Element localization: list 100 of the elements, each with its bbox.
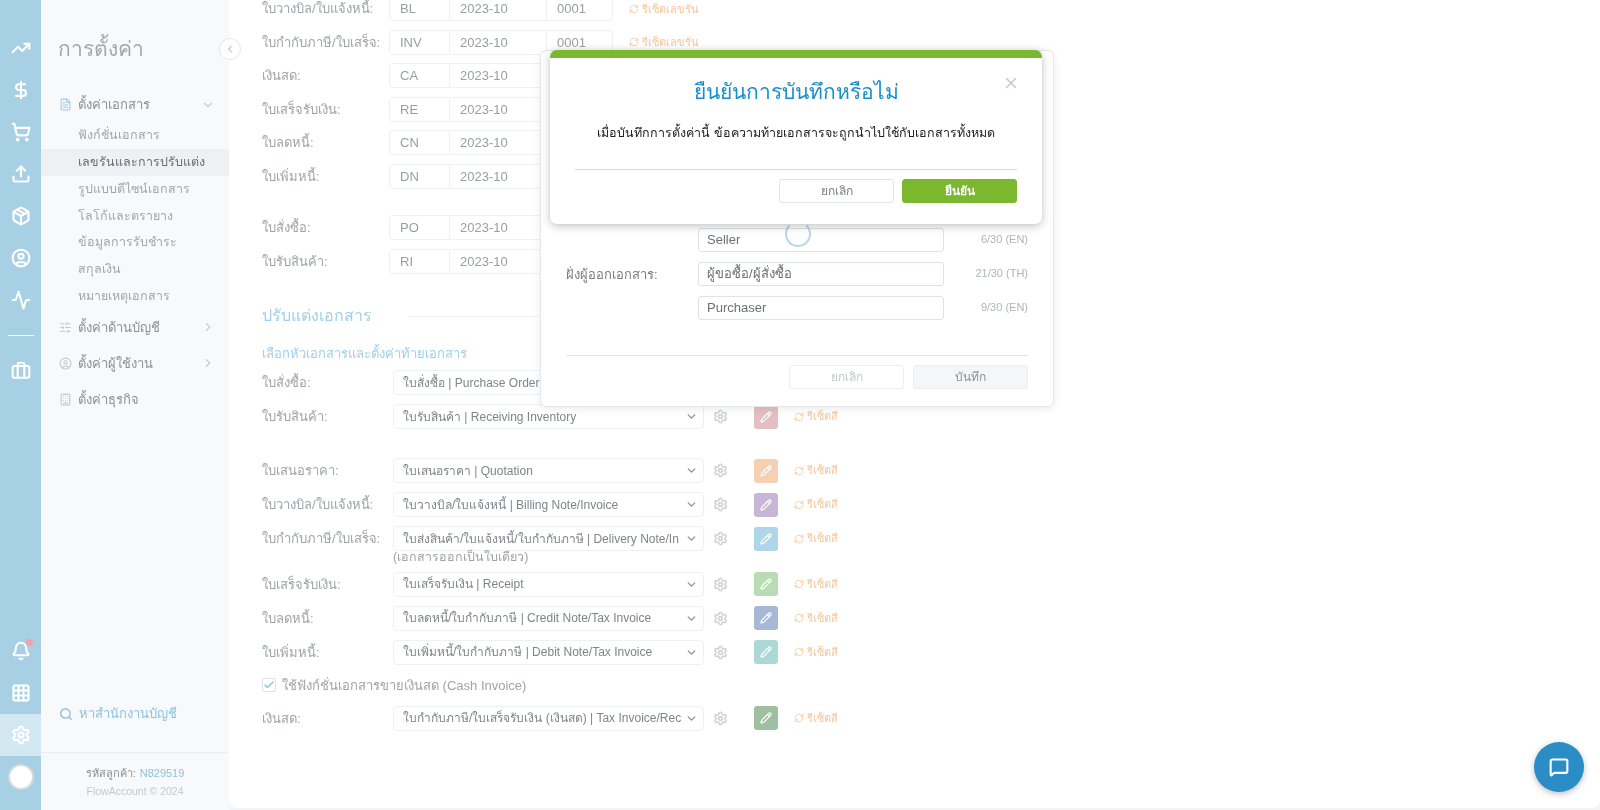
text-field[interactable]: ผู้ขอซื้อ/ผู้สั่งซื้อ (698, 261, 944, 286)
sidebar-group[interactable]: ตั้งค่าเอกสาร (78, 94, 201, 115)
prefix-field[interactable]: CA (389, 63, 450, 89)
field-label: ใบเสนอราคา: (262, 461, 340, 480)
find-accountant-link[interactable]: หาสำนักงานบัญชี (79, 704, 177, 724)
color-picker-button[interactable] (754, 706, 778, 731)
sidebar-item[interactable]: หมายเหตุเอกสาร (41, 282, 229, 310)
prefix-field[interactable]: RI (389, 248, 450, 274)
period-field[interactable]: 2023-10 (450, 0, 547, 22)
reset-link[interactable]: รีเซ็ตสี (807, 462, 838, 479)
reset-link[interactable]: รีเซ็ตสี (807, 496, 838, 513)
settings-icon[interactable] (713, 710, 728, 726)
section-heading: ปรับแต่งเอกสาร (262, 306, 372, 326)
company-logo-icon[interactable] (7, 764, 34, 790)
sliders-icon (59, 320, 72, 334)
document-title-select[interactable]: ใบกำกับภาษี/ใบเสร็จรับเงิน (เงินสด) | Tax Invoice/Rec (393, 705, 704, 731)
pencil-icon (760, 410, 772, 423)
pencil-icon (760, 464, 772, 477)
settings-icon[interactable] (713, 497, 728, 512)
upload-icon[interactable] (10, 164, 31, 184)
color-picker-button[interactable] (754, 526, 778, 551)
refresh-icon (629, 37, 639, 48)
refresh-icon (794, 533, 804, 544)
primary-button[interactable]: ยืนยัน (902, 179, 1017, 204)
field-label: ใบเสร็จรับเงิน: (262, 574, 342, 594)
number-field[interactable]: 0001 (547, 0, 613, 22)
grid-icon[interactable] (10, 683, 31, 703)
refresh-icon (794, 579, 804, 590)
reset-link[interactable]: รีเซ็ตเลขรัน (642, 0, 699, 17)
prefix-field[interactable]: INV (389, 29, 450, 55)
sidebar-group[interactable]: ตั้งค่าผู้ใช้งาน (78, 353, 201, 374)
sidebar-item[interactable]: ข้อมูลการรับชำระ (41, 229, 229, 256)
sidebar-item[interactable]: รูปแบบดีไซน์เอกสาร (41, 175, 229, 203)
settings-icon[interactable] (713, 409, 728, 424)
character-count: 6/30 (EN) (980, 232, 1028, 248)
field-note: (เอกสารออกเป็นใบเดียว) (393, 548, 530, 566)
character-count: 21/30 (TH) (975, 266, 1028, 282)
dialog-message: เมื่อบันทึกการตั้งค่านี้ ข้อความท้ายเอกสารจะถูกนำไปใช้กับเอกสารทั้งหมด (597, 123, 995, 143)
color-picker-button[interactable] (754, 492, 778, 517)
document-title-select[interactable]: ใบเพิ่มหนี้/ใบกำกับภาษี | Debit Note/Tax Invoice (393, 639, 704, 665)
reset-link[interactable]: รีเซ็ตสี (807, 408, 838, 425)
document-title-select[interactable]: ใบวางบิล/ใบแจ้งหนี้ | Billing Note/Invoice (393, 492, 704, 517)
prefix-field[interactable]: PO (389, 215, 450, 241)
pencil-icon (760, 532, 772, 545)
prefix-field[interactable]: RE (389, 96, 450, 122)
prefix-field[interactable]: DN (389, 163, 450, 189)
settings-icon[interactable] (713, 644, 728, 660)
document-title-select[interactable]: ใบรับสินค้า | Receiving Inventory (393, 404, 704, 429)
refresh-icon (794, 647, 804, 658)
refresh-icon (794, 713, 804, 724)
settings-icon[interactable] (713, 576, 728, 592)
cancel-button[interactable]: ยกเลิก (789, 365, 904, 389)
period-field[interactable]: 2023-10 (450, 29, 547, 55)
document-title-select[interactable]: ใบลดหนี้/ใบกำกับภาษี | Credit Note/Tax Invoice (393, 605, 704, 631)
sidebar-item[interactable]: ฟังก์ชั่นเอกสาร (41, 122, 229, 150)
settings-icon[interactable] (713, 531, 728, 546)
field-label: ใบสั่งซื้อ: (262, 372, 312, 392)
reset-link[interactable]: รีเซ็ตสี (807, 576, 838, 593)
settings-icon[interactable] (713, 463, 728, 478)
color-picker-button[interactable] (754, 572, 778, 597)
reset-link[interactable]: รีเซ็ตสี (807, 710, 838, 727)
color-picker-button[interactable] (754, 458, 778, 483)
prefix-field[interactable]: CN (389, 130, 450, 156)
customer-code: N829519 (139, 765, 185, 781)
reset-link[interactable]: รีเซ็ตสี (807, 644, 838, 661)
field-label: ใบลดหนี้: (262, 608, 315, 628)
color-picker-button[interactable] (754, 640, 778, 665)
reset-link[interactable]: รีเซ็ตสี (807, 610, 838, 627)
text-field[interactable]: Purchaser (698, 295, 944, 320)
chat-icon (1549, 757, 1569, 777)
checkbox[interactable] (262, 678, 276, 693)
document-title-select[interactable]: ใบส่งสินค้า/ใบแจ้งหนี้/ใบกำกับภาษี | Delivery Note/In (393, 526, 704, 551)
reset-link[interactable]: รีเซ็ตสี (807, 530, 838, 547)
checkbox-label: ใช้ฟังก์ชั่นเอกสารขายเงินสด (Cash Invoice) (282, 676, 527, 695)
sidebar-group[interactable]: ตั้งค่าด้านบัญชี (78, 317, 201, 338)
box-icon[interactable] (10, 206, 31, 226)
primary-button[interactable]: บันทึก (913, 365, 1028, 389)
sidebar-item[interactable]: เลขรันและการปรับแต่ง (41, 149, 229, 176)
cart-icon[interactable] (10, 122, 31, 142)
sidebar-group[interactable]: ตั้งค่าธุรกิจ (78, 389, 215, 410)
color-picker-button[interactable] (754, 606, 778, 631)
sidebar-item[interactable]: สกุลเงิน (41, 255, 229, 283)
settings-icon[interactable] (713, 610, 728, 626)
user-circle-icon[interactable] (10, 248, 31, 268)
briefcase-icon[interactable] (10, 361, 31, 381)
document-title-select[interactable]: ใบเสร็จรับเงิน | Receipt (393, 571, 704, 597)
reset-link[interactable]: รีเซ็ตเลขรัน (642, 34, 699, 51)
character-count: 9/30 (EN) (980, 300, 1028, 316)
sidebar-item[interactable]: โลโก้และตรายาง (41, 202, 229, 230)
customer-code-label: รหัสลูกค้า: (85, 765, 136, 782)
cancel-button[interactable]: ยกเลิก (779, 179, 894, 204)
settings-icon[interactable] (10, 725, 31, 745)
collapse-button[interactable] (219, 38, 241, 60)
field-label: ใบเสร็จรับเงิน: (262, 99, 342, 119)
document-title-select[interactable]: ใบเสนอราคา | Quotation (393, 458, 704, 483)
pencil-icon (760, 498, 772, 511)
prefix-field[interactable]: BL (389, 0, 450, 22)
pulse-icon[interactable] (10, 290, 31, 310)
text-field[interactable]: Seller (698, 227, 944, 252)
bell-icon[interactable] (10, 641, 31, 661)
